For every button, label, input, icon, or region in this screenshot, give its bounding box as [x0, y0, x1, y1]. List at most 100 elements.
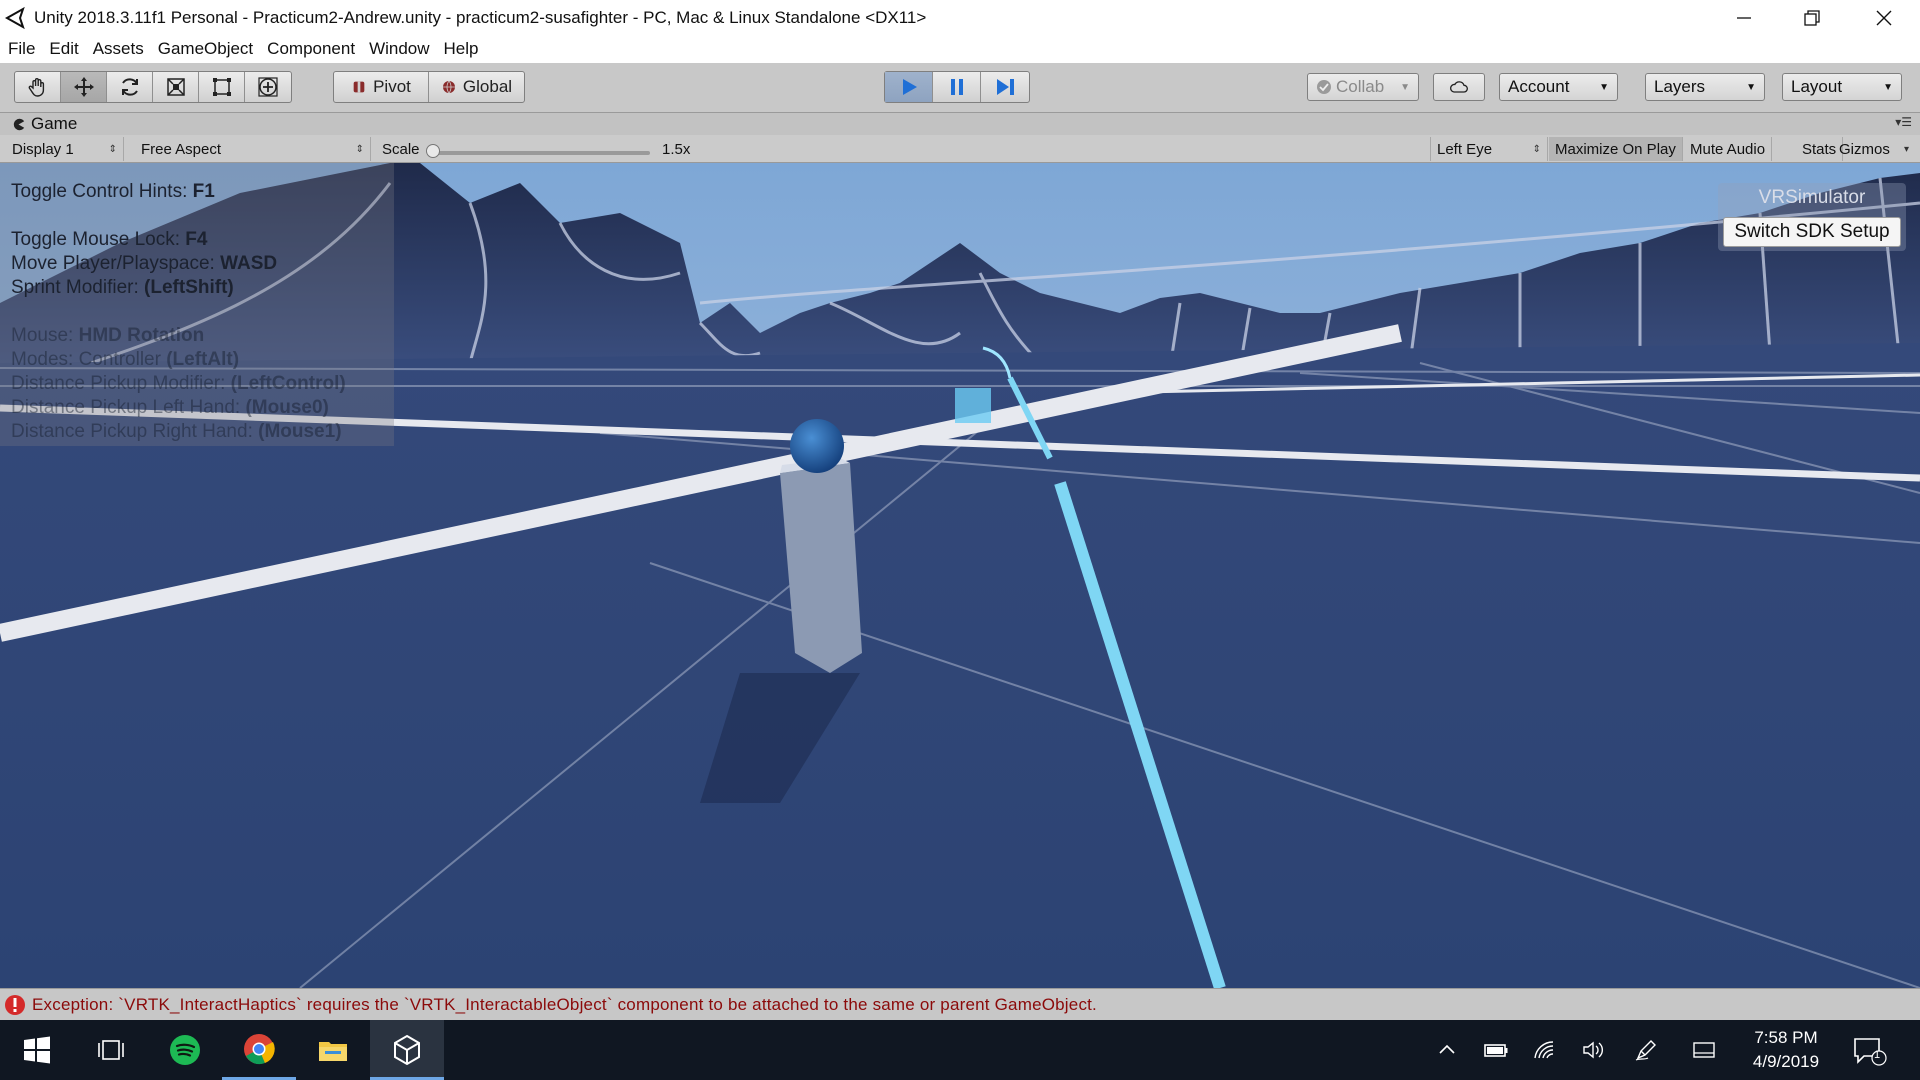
unity-button[interactable]	[370, 1020, 444, 1080]
chevron-down-icon: ▼	[1400, 81, 1410, 93]
rect-icon	[212, 78, 231, 96]
show-hidden-icons[interactable]	[1433, 1038, 1461, 1062]
layout-label: Layout	[1791, 77, 1843, 96]
layers-dropdown[interactable]: Layers ▼	[1645, 73, 1765, 101]
blue-sphere	[790, 419, 844, 473]
windows-start-icon	[24, 1036, 50, 1064]
spotify-button[interactable]	[148, 1020, 222, 1080]
hint-line: Move Player/Playspace: WASD	[11, 253, 277, 275]
gizmos-label: Gizmos	[1839, 140, 1890, 158]
volume-tray[interactable]	[1580, 1038, 1608, 1062]
tab-game-label: Game	[31, 114, 78, 133]
hand-tool-button[interactable]	[15, 72, 61, 102]
collab-label: Collab	[1336, 77, 1385, 96]
menu-window[interactable]: Window	[363, 39, 435, 59]
hint-label: Modes: Controller	[11, 349, 167, 370]
scale-tool-button[interactable]	[153, 72, 199, 102]
pivot-global-group: Pivot Global	[333, 71, 525, 103]
pivot-button[interactable]: Pivot	[334, 72, 429, 102]
hint-key: (Mouse0)	[245, 397, 329, 418]
restore-button[interactable]	[1778, 0, 1846, 35]
close-button[interactable]	[1850, 0, 1918, 35]
account-dropdown[interactable]: Account ▼	[1499, 73, 1618, 101]
taskbar-clock[interactable]: 7:58 PM 4/9/2019	[1736, 1026, 1836, 1074]
menu-file[interactable]: File	[2, 39, 41, 59]
hint-line: Distance Pickup Left Hand: (Mouse0)	[11, 397, 329, 419]
tab-options-icon[interactable]: ▾☰	[1895, 115, 1912, 129]
collab-dropdown[interactable]: Collab ▼	[1307, 73, 1419, 101]
notification-icon	[1854, 1038, 1887, 1066]
chrome-icon	[244, 1033, 275, 1064]
cloud-icon	[1450, 81, 1468, 93]
gizmos-toggle[interactable]: Gizmos ▾	[1833, 137, 1915, 161]
cloud-button[interactable]	[1433, 73, 1485, 101]
hint-line: Mouse: HMD Rotation	[11, 325, 204, 347]
scale-slider-thumb[interactable]	[426, 144, 440, 158]
hint-line: Distance Pickup Right Hand: (Mouse1)	[11, 421, 342, 443]
chevron-updown-icon: ⇕	[355, 143, 364, 155]
pen-tray[interactable]	[1632, 1038, 1660, 1062]
wifi-icon	[1534, 1041, 1554, 1059]
tab-game[interactable]: Game	[12, 114, 77, 134]
eye-select[interactable]: Left Eye ⇕	[1430, 137, 1548, 161]
rect-tool-button[interactable]	[199, 72, 245, 102]
play-controls	[884, 71, 1030, 103]
action-center-button[interactable]: 1	[1850, 1034, 1888, 1068]
chrome-button[interactable]	[222, 1020, 296, 1080]
file-explorer-button[interactable]	[296, 1020, 370, 1080]
input-indicator-tray[interactable]	[1690, 1038, 1718, 1062]
wifi-tray[interactable]	[1531, 1038, 1559, 1062]
chevron-down-icon: ▼	[1746, 81, 1756, 93]
minimize-button[interactable]	[1710, 0, 1778, 35]
chevron-updown-icon: ⇕	[108, 143, 117, 155]
clock-date: 4/9/2019	[1752, 1052, 1820, 1071]
layout-dropdown[interactable]: Layout ▼	[1782, 73, 1902, 101]
globe-icon	[442, 80, 455, 94]
layers-label: Layers	[1654, 77, 1706, 96]
unity-editor-window: Unity 2018.3.11f1 Personal - Practicum2-…	[0, 0, 1920, 1080]
pause-button[interactable]	[933, 72, 981, 102]
vrsimulator-title: VRSimulator	[1758, 187, 1866, 208]
move-tool-button[interactable]	[61, 72, 107, 102]
step-button[interactable]	[981, 72, 1029, 102]
hint-label: Move Player/Playspace:	[11, 253, 221, 274]
menu-help[interactable]: Help	[438, 39, 485, 59]
task-view-button[interactable]	[74, 1020, 148, 1080]
chevron-down-icon: ▼	[1599, 81, 1609, 93]
menu-assets[interactable]: Assets	[87, 39, 150, 59]
spotify-icon	[170, 1035, 200, 1065]
menu-component[interactable]: Component	[261, 39, 361, 59]
scale-label: Scale	[382, 140, 420, 158]
status-bar[interactable]: Exception: `VRTK_InteractHaptics` requir…	[0, 988, 1920, 1020]
hint-label: Toggle Control Hints:	[11, 181, 193, 202]
maximize-on-play-toggle[interactable]: Maximize On Play	[1549, 137, 1683, 161]
display-select[interactable]: Display 1 ⇕	[6, 137, 124, 161]
mute-audio-toggle[interactable]: Mute Audio	[1684, 137, 1773, 161]
hint-key: (Mouse1)	[258, 421, 342, 442]
global-button[interactable]: Global	[429, 72, 524, 102]
transform-tool-button[interactable]	[245, 72, 291, 102]
rotate-tool-button[interactable]	[107, 72, 153, 102]
scale-value: 1.5x	[662, 140, 691, 158]
play-button[interactable]	[885, 72, 933, 102]
scale-slider-track[interactable]	[430, 151, 650, 155]
scale-icon	[166, 78, 185, 96]
hint-label: Distance Pickup Left Hand:	[11, 397, 246, 418]
task-view-icon	[98, 1040, 124, 1060]
unity-icon	[394, 1034, 420, 1065]
play-icon	[902, 79, 917, 95]
hint-key: (LeftAlt)	[166, 349, 240, 370]
file-explorer-icon	[319, 1042, 347, 1061]
hint-key: HMD Rotation	[78, 325, 205, 346]
checkmark-icon	[1317, 80, 1331, 94]
menu-edit[interactable]: Edit	[43, 39, 84, 59]
aspect-select[interactable]: Free Aspect ⇕	[135, 137, 371, 161]
hint-line: Sprint Modifier: (LeftShift)	[11, 277, 234, 299]
battery-tray[interactable]	[1482, 1038, 1510, 1062]
start-button[interactable]	[0, 1020, 74, 1080]
menu-gameobject[interactable]: GameObject	[152, 39, 259, 59]
hint-key: (LeftShift)	[144, 277, 234, 298]
eye-value: Left Eye	[1437, 140, 1493, 158]
rotate-icon	[121, 78, 138, 96]
switch-sdk-setup-button[interactable]: Switch SDK Setup	[1723, 217, 1901, 247]
